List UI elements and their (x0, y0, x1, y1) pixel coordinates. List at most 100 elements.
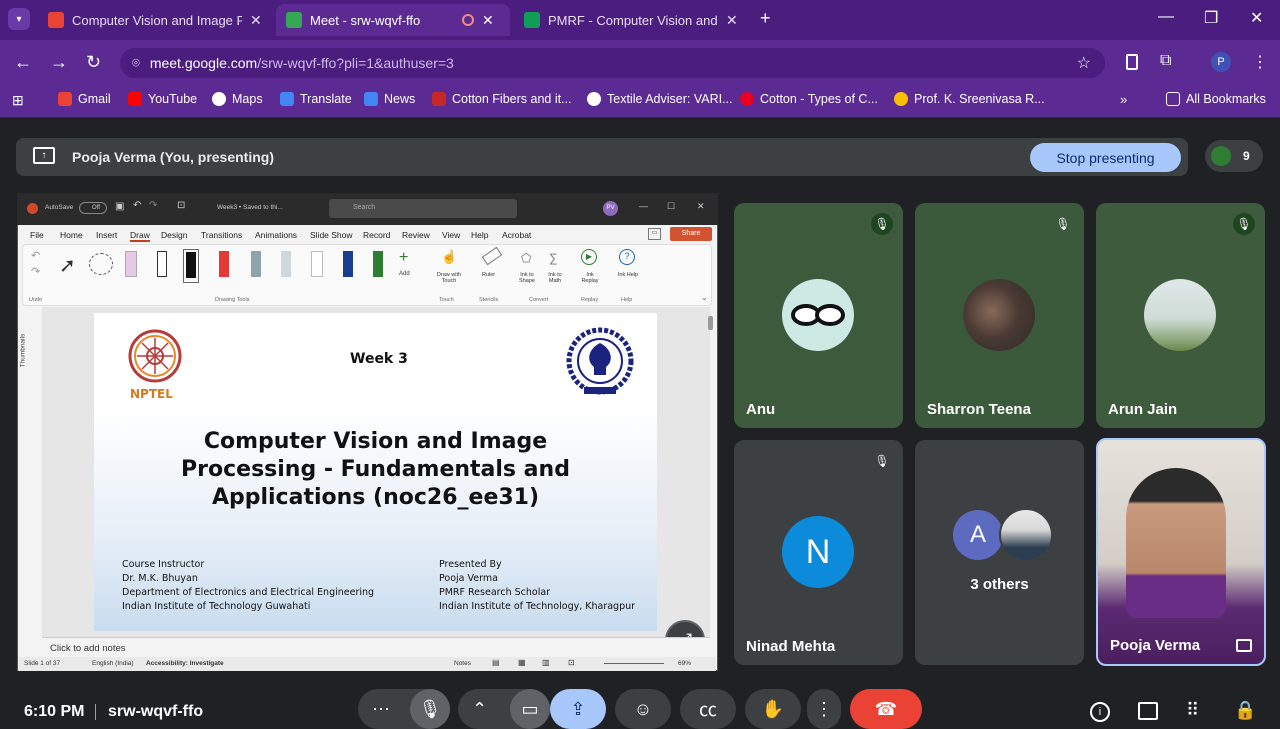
tab-pmrf[interactable]: PMRF - Computer Vision and Im ✕ (514, 4, 750, 36)
reading-view-icon[interactable]: ▥ (542, 658, 550, 667)
autosave-toggle[interactable]: Off (79, 202, 107, 214)
new-tab-button[interactable]: + (760, 8, 771, 29)
select-tool-icon[interactable]: ➚ (59, 253, 76, 278)
close-icon[interactable]: ✕ (726, 12, 738, 29)
pen-white-icon[interactable] (311, 251, 323, 277)
site-info-icon[interactable]: ⌾ (132, 55, 140, 71)
profile-avatar[interactable]: P (1211, 52, 1231, 72)
picture-in-picture-icon[interactable] (1236, 639, 1252, 652)
document-title[interactable]: Week3 • Saved to thi... (217, 204, 283, 211)
back-icon[interactable]: ← (14, 52, 32, 73)
extension-icon[interactable] (1126, 54, 1138, 70)
tab-cv-course[interactable]: Computer Vision and Image Pr ✕ (38, 4, 274, 36)
eraser-icon[interactable] (125, 251, 137, 277)
address-bar[interactable]: ⌾ meet.google.com /srw-wqvf-ffo?pli=1&au… (120, 48, 1105, 78)
ribbon-tab-transitions[interactable]: Transitions (201, 230, 242, 240)
ruler-icon[interactable] (481, 246, 503, 266)
ribbon-tab-animations[interactable]: Animations (255, 230, 297, 240)
restore-button[interactable]: ❐ (1204, 8, 1218, 28)
ribbon-tab-draw[interactable]: Draw (130, 230, 150, 242)
apps-grid-icon[interactable]: ⊞ (12, 92, 24, 109)
accessibility-status[interactable]: Accessibility: Investigate (146, 660, 224, 667)
pen-silver-icon[interactable] (281, 251, 291, 277)
bookmark-news[interactable]: News (364, 92, 415, 106)
comments-icon[interactable]: ▭ (648, 228, 661, 240)
undo-icon[interactable]: ↶ (133, 200, 141, 211)
normal-view-icon[interactable]: ▤ (492, 658, 500, 667)
video-settings-button[interactable]: ⌃ ▭ (458, 689, 550, 729)
ink-replay-icon[interactable]: ▶ (581, 249, 597, 265)
ribbon-tab-design[interactable]: Design (161, 230, 187, 240)
present-screen-button[interactable]: ⇪ (550, 689, 606, 729)
close-icon[interactable]: ✕ (250, 12, 262, 29)
zoom-slider[interactable] (604, 663, 664, 664)
present-icon[interactable]: ⊡ (177, 200, 185, 211)
slide-sorter-icon[interactable]: ▦ (518, 658, 526, 667)
ink-help-icon[interactable]: ? (619, 249, 635, 265)
bookmark-gmail[interactable]: Gmail (58, 92, 111, 106)
minimize-button[interactable]: — (1158, 8, 1174, 26)
bookmark-maps[interactable]: Maps (212, 92, 263, 106)
participant-tile-ninad[interactable]: 🎙 N Ninad Mehta (734, 440, 903, 665)
participant-tile-self[interactable]: Pooja Verma (1096, 438, 1266, 666)
close-icon[interactable]: ✕ (482, 12, 494, 29)
notes-toggle[interactable]: Notes (454, 660, 471, 667)
ribbon-tab-insert[interactable]: Insert (96, 230, 117, 240)
reactions-button[interactable]: ☺ (615, 689, 671, 729)
participants-count-button[interactable]: 9 (1205, 140, 1263, 172)
notes-pane[interactable]: Click to add notes (42, 637, 710, 657)
pen-red-icon[interactable] (219, 251, 229, 277)
close-button[interactable]: ✕ (697, 201, 705, 212)
bookmark-prof[interactable]: Prof. K. Sreenivasa R... (894, 92, 1045, 106)
bookmark-youtube[interactable]: YouTube (128, 92, 197, 106)
ribbon-tab-view[interactable]: View (442, 230, 460, 240)
participant-tile-sharron[interactable]: 🎙 Sharron Teena (915, 203, 1084, 428)
pen-blue-gray-icon[interactable] (251, 251, 261, 277)
all-bookmarks[interactable]: All Bookmarks (1166, 92, 1266, 106)
ink-to-math-icon[interactable]: ∑ (549, 251, 558, 265)
save-icon[interactable]: ▣ (115, 201, 124, 212)
extensions-puzzle-icon[interactable]: ⧉ (1160, 52, 1171, 70)
ribbon-tab-record[interactable]: Record (363, 230, 390, 240)
ribbon-tab-help[interactable]: Help (471, 230, 488, 240)
vertical-scrollbar[interactable] (708, 310, 714, 636)
minimize-button[interactable]: — (639, 201, 648, 211)
more-options-button[interactable]: ⋮ (807, 689, 841, 729)
tab-search-button[interactable]: ▾ (8, 8, 30, 30)
user-avatar[interactable]: PV (603, 201, 618, 216)
pen-black-icon[interactable] (183, 249, 199, 283)
ppt-search-box[interactable]: Search (329, 199, 517, 218)
redo-icon[interactable]: ↷ (31, 265, 40, 278)
bookmark-translate[interactable]: Translate (280, 92, 352, 106)
bookmark-cotton-types[interactable]: Cotton - Types of C... (740, 92, 878, 106)
slideshow-icon[interactable]: ⊡ (568, 658, 575, 667)
reload-icon[interactable]: ↻ (86, 52, 101, 73)
host-controls-icon[interactable]: 🔒 (1234, 700, 1256, 721)
bookmark-star-icon[interactable]: ☆ (1077, 53, 1091, 73)
bookmarks-overflow-icon[interactable]: » (1120, 92, 1127, 107)
slide[interactable]: NPTEL Week 3 Computer Vision and Image P… (94, 313, 657, 631)
close-window-button[interactable]: ✕ (1250, 8, 1263, 28)
audio-settings-button[interactable]: ⋯ 🎙 (358, 689, 450, 729)
restore-button[interactable]: ☐ (667, 201, 675, 212)
info-icon[interactable]: i (1090, 702, 1110, 722)
participant-tile-anu[interactable]: 🎙 Anu (734, 203, 903, 428)
lasso-icon[interactable] (89, 253, 113, 275)
bookmark-cotton-fibers[interactable]: Cotton Fibers and it... (432, 92, 572, 106)
undo-icon[interactable]: ↶ (31, 249, 40, 262)
ribbon-tab-slideshow[interactable]: Slide Show (310, 230, 353, 240)
thumbnails-pane[interactable]: Thumbnails (18, 307, 42, 637)
activities-icon[interactable]: ⠿ (1186, 700, 1199, 721)
share-button[interactable]: Share (670, 227, 712, 241)
add-pen-icon[interactable]: + (399, 249, 408, 267)
captions-button[interactable]: ㏄ (680, 689, 736, 729)
collapse-ribbon-icon[interactable]: ⌄ (701, 293, 708, 302)
stop-presenting-button[interactable]: Stop presenting (1030, 143, 1181, 172)
menu-icon[interactable]: ⋮ (1252, 52, 1268, 72)
bookmark-textile-adviser[interactable]: Textile Adviser: VARI... (587, 92, 733, 106)
ribbon-tab-acrobat[interactable]: Acrobat (502, 230, 531, 240)
tab-meet[interactable]: Meet - srw-wqvf-ffo ✕ (276, 4, 510, 36)
ink-to-shape-icon[interactable]: ⬠ (521, 251, 531, 265)
ribbon-tab-home[interactable]: Home (60, 230, 83, 240)
raise-hand-button[interactable]: ✋ (745, 689, 801, 729)
